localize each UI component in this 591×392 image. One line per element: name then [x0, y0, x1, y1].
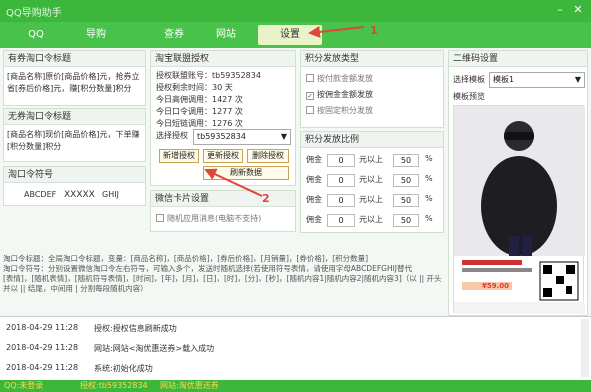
app-window: QQ导购助手 – ✕ QQ 导购 查券 网站 设置 有券淘口令标题 [商品名称]…: [0, 0, 591, 392]
annotation-mark-2: 2: [262, 192, 270, 205]
annotation-mark-1: 1: [370, 24, 378, 37]
annotation-arrows: [204, 25, 365, 197]
